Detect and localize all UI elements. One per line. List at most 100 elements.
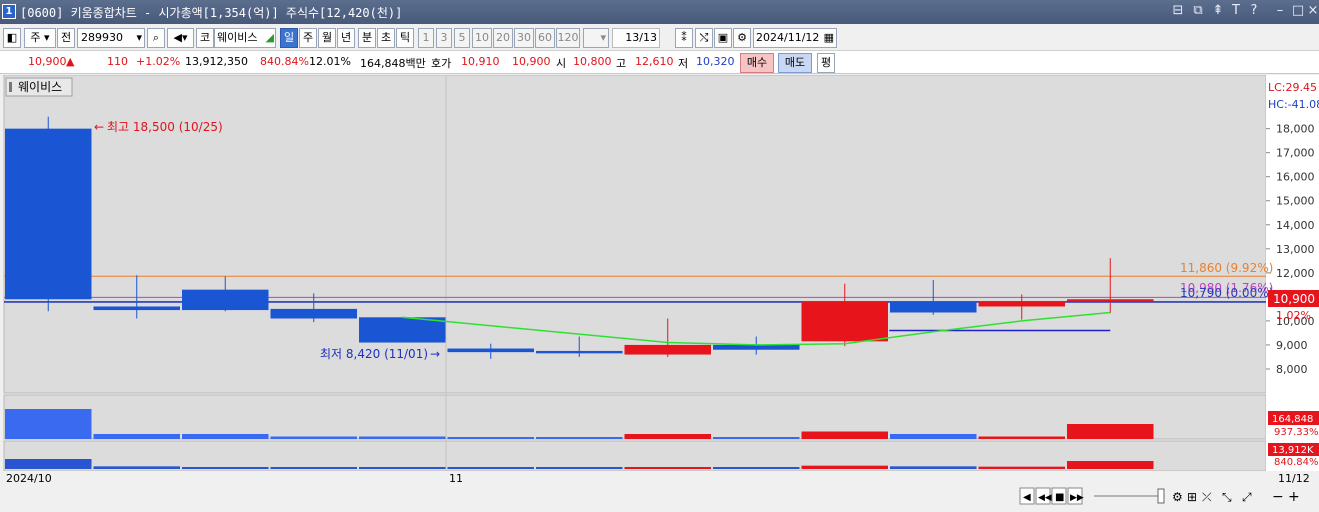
help-icon[interactable]: ? xyxy=(1246,3,1262,18)
date-field[interactable]: 2024/11/12 ▦ xyxy=(753,28,837,48)
candle-body xyxy=(359,317,446,343)
volume-bar xyxy=(1067,424,1154,439)
open-label: 시 xyxy=(556,57,567,70)
interval-year[interactable]: 년 xyxy=(337,28,355,48)
volume-bar xyxy=(801,431,888,439)
volume-bar xyxy=(624,434,711,439)
cross-line-icon[interactable]: ⤭ xyxy=(695,28,713,48)
low-label: 저 xyxy=(678,57,689,70)
avg-button[interactable]: 평 xyxy=(817,53,835,73)
volume: 13,912,350 xyxy=(185,55,248,68)
stock-code-input[interactable]: 289930 ▾ xyxy=(77,28,145,48)
interval-week[interactable]: 주 xyxy=(299,28,317,48)
high-price: 12,610 xyxy=(635,55,674,68)
y-tick-label: 12,000 xyxy=(1276,267,1315,280)
interval-month[interactable]: 월 xyxy=(318,28,336,48)
save-icon[interactable]: ▣ xyxy=(714,28,732,48)
amount-bar xyxy=(93,466,180,469)
y-tick-label: 9,000 xyxy=(1276,339,1308,352)
buy-button[interactable]: 매수 xyxy=(740,53,774,73)
count-field[interactable]: 13/13 xyxy=(612,28,660,48)
link-window-icon[interactable]: ⊟ xyxy=(1170,3,1186,18)
zoom-slider-handle[interactable] xyxy=(1157,488,1165,504)
candlestick-chart[interactable]: 웨이비스 8,0009,00010,00011,00012,00013,0001… xyxy=(0,74,1319,509)
minimize-icon[interactable]: – xyxy=(1272,3,1288,18)
pin-icon[interactable]: ⇞ xyxy=(1210,3,1226,18)
volume-bar xyxy=(359,436,446,439)
bid-label: 호가 xyxy=(431,57,452,70)
sync-icon[interactable]: ⤫ xyxy=(1202,490,1212,504)
min-note: 최저 8,420 (11/01) xyxy=(320,347,428,361)
prev-button[interactable]: 전 xyxy=(57,28,75,48)
x-axis xyxy=(0,471,1319,485)
candle-settings-icon[interactable]: ⁑ xyxy=(675,28,693,48)
chart-area[interactable]: 웨이비스 8,0009,00010,00011,00012,00013,0001… xyxy=(0,74,1319,509)
vol-pct-tag: 937.33% xyxy=(1274,427,1319,438)
candle-body xyxy=(1067,299,1154,302)
open-price: 10,800 xyxy=(573,55,612,68)
minute-30[interactable]: 30 xyxy=(514,28,534,48)
sound-icon[interactable]: ◀▾ xyxy=(167,28,194,48)
lc-label: LC:29.45 xyxy=(1268,81,1317,94)
y-tick-label: 8,000 xyxy=(1276,363,1308,376)
fit-icon[interactable]: ⊞ xyxy=(1187,490,1197,504)
sell-button[interactable]: 매도 xyxy=(778,53,812,73)
volume-bar xyxy=(93,434,180,439)
candle-body xyxy=(93,306,180,311)
chart-layout-icon[interactable]: ◧ xyxy=(3,28,21,48)
shrink-icon[interactable]: ⤡ xyxy=(1222,490,1232,504)
low-price: 10,320 xyxy=(696,55,735,68)
maximize-icon[interactable]: □ xyxy=(1290,3,1306,18)
interval-tick[interactable]: 틱 xyxy=(396,28,414,48)
zoom-in-icon[interactable]: + xyxy=(1288,489,1300,505)
minute-1[interactable]: 1 xyxy=(418,28,434,48)
window-title: [0600] 키움종합차트 - 시가총액[1,354(억)] 주식수[12,42… xyxy=(20,6,403,20)
window-number-badge: 1 xyxy=(2,4,16,19)
interval-day[interactable]: 일 xyxy=(280,28,298,48)
minute-60[interactable]: 60 xyxy=(535,28,555,48)
x-label-nov: 11 xyxy=(449,472,463,485)
zoom-out-icon[interactable]: − xyxy=(1272,489,1284,505)
turnover: 12.01% xyxy=(309,55,351,68)
minute-10[interactable]: 10 xyxy=(472,28,492,48)
amount-bar xyxy=(978,466,1065,469)
quote-bar: 10,900 ▲ 110 +1.02% 13,912,350 840.84% 1… xyxy=(0,50,1319,74)
custom-interval-select[interactable]: ▾ xyxy=(583,28,609,48)
price-change-pct: +1.02% xyxy=(136,55,181,68)
y-tick-label: 16,000 xyxy=(1276,171,1315,184)
interval-minute[interactable]: 분 xyxy=(358,28,376,48)
search-icon[interactable]: ⌕ xyxy=(147,28,165,48)
interval-second[interactable]: 초 xyxy=(377,28,395,48)
minute-3[interactable]: 3 xyxy=(436,28,452,48)
y-tick-label: 18,000 xyxy=(1276,123,1315,136)
calendar-icon[interactable]: ▦ xyxy=(824,29,834,47)
x-label-oct: 2024/10 xyxy=(6,472,52,485)
stock-code-value: 289930 xyxy=(81,31,123,44)
chevron-down-icon[interactable]: ▾ xyxy=(136,29,142,47)
candle-body xyxy=(890,301,977,313)
y-tick-label: 14,000 xyxy=(1276,219,1315,232)
y-tick-label: 17,000 xyxy=(1276,147,1315,160)
minute-20[interactable]: 20 xyxy=(493,28,513,48)
price-tag-text: 10,900 xyxy=(1273,292,1315,306)
minute-5[interactable]: 5 xyxy=(454,28,470,48)
forward-icon: ▶▶ xyxy=(1070,493,1084,503)
window-titlebar: 1 [0600] 키움종합차트 - 시가총액[1,354(억)] 주식수[12,… xyxy=(0,0,1319,24)
close-icon[interactable]: × xyxy=(1305,3,1319,18)
text-icon[interactable]: T xyxy=(1228,3,1244,18)
gear-icon[interactable]: ⚙ xyxy=(733,28,751,48)
candle-body xyxy=(182,289,269,311)
x-label-last: 11/12 xyxy=(1278,472,1310,485)
stock-name-value: 웨이비스 xyxy=(217,31,258,44)
period-unit-select[interactable]: 주 ▾ xyxy=(24,28,56,48)
stock-name-field[interactable]: 웨이비스 ◢ xyxy=(214,28,276,48)
minute-120[interactable]: 120 xyxy=(556,28,580,48)
zoom-settings-icon[interactable]: ⚙ xyxy=(1172,490,1183,504)
amount-bar xyxy=(5,459,92,469)
trade-amount: 164,848백만 xyxy=(360,57,426,70)
high-label: 고 xyxy=(616,57,627,70)
expand-icon[interactable]: ⤢ xyxy=(1241,490,1252,504)
pct-tag: 1.02% xyxy=(1276,309,1311,322)
market-button[interactable]: 코 xyxy=(196,28,214,48)
copy-window-icon[interactable]: ⧉ xyxy=(1190,3,1206,18)
